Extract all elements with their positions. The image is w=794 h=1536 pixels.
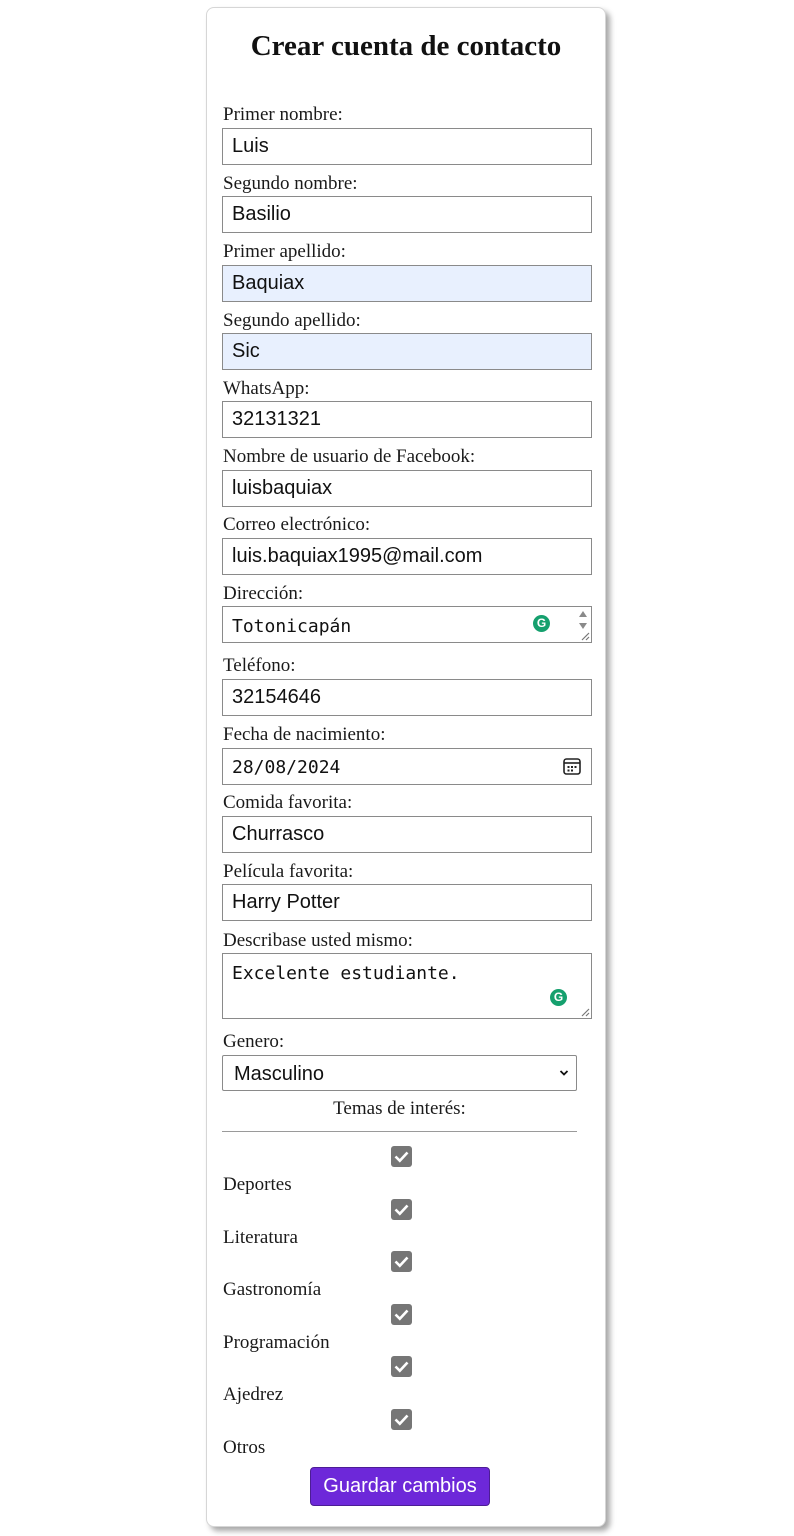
description-text: Excelente estudiante. xyxy=(232,963,460,984)
interests-divider xyxy=(222,1131,577,1132)
checkbox-gastronomia[interactable] xyxy=(391,1251,412,1272)
birthdate-text: 28/08/2024 xyxy=(232,757,341,778)
checkmark-icon xyxy=(394,1204,409,1216)
first-name-label: Primer nombre: xyxy=(223,104,343,125)
whatsapp-label: WhatsApp: xyxy=(223,378,310,399)
checkbox-programacion[interactable] xyxy=(391,1304,412,1325)
checkmark-icon xyxy=(394,1414,409,1426)
favorite-food-label: Comida favorita: xyxy=(223,792,353,813)
first-name-input[interactable] xyxy=(222,128,592,165)
checkmark-icon xyxy=(394,1361,409,1373)
description-label: Describase usted mismo: xyxy=(223,930,413,951)
interest-label-literatura: Literatura xyxy=(223,1227,298,1248)
gender-selected-value: Masculino xyxy=(234,1063,325,1085)
save-button[interactable]: Guardar cambios xyxy=(310,1467,490,1506)
form-title: Crear cuenta de contacto xyxy=(250,30,562,62)
grammarly-icon[interactable]: G xyxy=(533,615,550,632)
checkmark-icon xyxy=(394,1256,409,1268)
second-surname-input[interactable] xyxy=(222,333,592,370)
second-name-label: Segundo nombre: xyxy=(223,173,358,194)
interest-label-ajedrez: Ajedrez xyxy=(223,1384,284,1405)
interest-label-programacion: Programación xyxy=(223,1332,330,1353)
description-textarea[interactable]: Excelente estudiante. G xyxy=(222,953,592,1019)
interests-title: Temas de interés: xyxy=(333,1098,466,1119)
checkbox-otros[interactable] xyxy=(391,1409,412,1430)
phone-label: Teléfono: xyxy=(223,655,296,676)
favorite-food-input[interactable] xyxy=(222,816,592,853)
second-name-input[interactable] xyxy=(222,196,592,233)
birthdate-input[interactable]: 28/08/2024 xyxy=(222,748,592,785)
gender-select[interactable]: Masculino xyxy=(222,1055,577,1091)
first-surname-label: Primer apellido: xyxy=(223,241,346,262)
email-input[interactable] xyxy=(222,538,592,575)
first-surname-input[interactable] xyxy=(222,265,592,302)
checkmark-icon xyxy=(394,1309,409,1321)
checkbox-ajedrez[interactable] xyxy=(391,1356,412,1377)
gender-label: Genero: xyxy=(223,1031,285,1052)
address-text: Totonicapán xyxy=(232,616,352,637)
chevron-down-icon xyxy=(559,1070,569,1076)
email-label: Correo electrónico: xyxy=(223,514,371,535)
checkbox-literatura[interactable] xyxy=(391,1199,412,1220)
second-surname-label: Segundo apellido: xyxy=(223,310,361,331)
address-label: Dirección: xyxy=(223,583,304,604)
grammarly-icon[interactable]: G xyxy=(550,989,567,1006)
favorite-movie-input[interactable] xyxy=(222,884,592,921)
resize-grip-icon[interactable] xyxy=(580,631,590,641)
calendar-icon[interactable] xyxy=(562,756,582,776)
resize-grip-icon[interactable] xyxy=(580,1007,590,1017)
facebook-label: Nombre de usuario de Facebook: xyxy=(223,446,476,467)
whatsapp-input[interactable] xyxy=(222,401,592,438)
checkbox-deportes[interactable] xyxy=(391,1146,412,1167)
favorite-movie-label: Película favorita: xyxy=(223,861,354,882)
facebook-input[interactable] xyxy=(222,470,592,507)
interest-label-deportes: Deportes xyxy=(223,1174,292,1195)
address-textarea[interactable]: Totonicapán G xyxy=(222,606,592,643)
interest-label-gastronomia: Gastronomía xyxy=(223,1279,322,1300)
phone-input[interactable] xyxy=(222,679,592,716)
birthdate-label: Fecha de nacimiento: xyxy=(223,724,386,745)
spinner-arrows-icon[interactable] xyxy=(578,609,588,631)
interest-label-otros: Otros xyxy=(223,1437,266,1458)
checkmark-icon xyxy=(394,1151,409,1163)
